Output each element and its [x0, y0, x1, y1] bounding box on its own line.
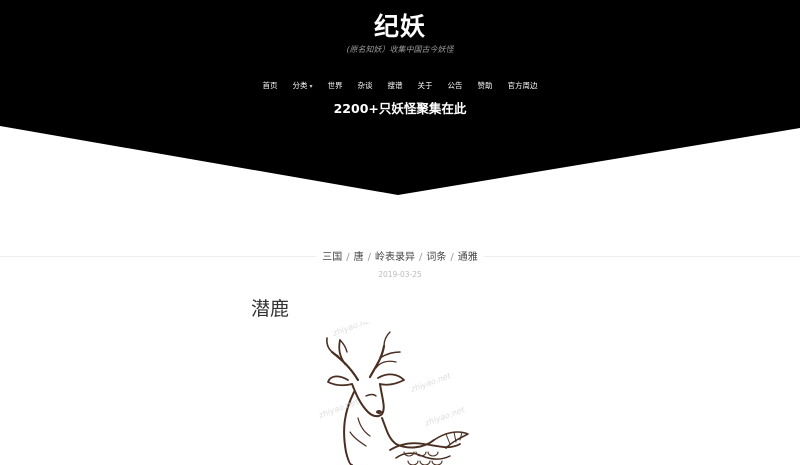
category-link[interactable]: 三国 — [322, 252, 342, 263]
deer-illustration-icon: zhiyao.net zhiyao.net zhiyao.net zhiyao.… — [317, 322, 469, 465]
category-separator: / — [450, 252, 454, 263]
nav-item-categories[interactable]: 分类 ▾ — [285, 80, 320, 91]
post-title[interactable]: 潜鹿 — [251, 294, 289, 321]
watermark-text: zhiyao.net — [331, 322, 375, 338]
category-separator: / — [367, 252, 371, 263]
nav-item-merch[interactable]: 官方周边 — [500, 80, 545, 91]
category-link[interactable]: 词条 — [426, 252, 446, 263]
post-categories: 三国 / 唐 / 岭表录异 / 词条 / 通雅 — [0, 248, 800, 263]
category-link[interactable]: 唐 — [354, 252, 364, 263]
category-link[interactable]: 通雅 — [458, 252, 478, 263]
nav-item-world[interactable]: 世界 — [320, 80, 350, 91]
site-subtitle: (原名知妖）收集中国古今妖怪 — [346, 45, 454, 54]
category-link[interactable]: 岭表录异 — [375, 252, 415, 263]
hero-tagline: 2200+只妖怪聚集在此 — [333, 101, 467, 116]
category-separator: / — [346, 252, 350, 263]
nav-item-announcements[interactable]: 公告 — [440, 80, 470, 91]
nav-item-misc[interactable]: 杂谈 — [350, 80, 380, 91]
nav-item-about[interactable]: 关于 — [410, 80, 440, 91]
chevron-down-icon: ▾ — [309, 83, 313, 90]
site-title[interactable]: 纪妖 — [0, 7, 800, 43]
main-nav: 首页 分类 ▾ 世界 杂谈 搜谱 关于 公告 赞助 官方周边 — [0, 80, 800, 91]
nav-item-home[interactable]: 首页 — [255, 80, 285, 91]
watermark-text: zhiyao.net — [409, 371, 453, 394]
category-separator: / — [419, 252, 423, 263]
post-date: 2019-03-25 — [378, 270, 422, 279]
nav-item-search[interactable]: 搜谱 — [380, 80, 410, 91]
watermark-text: zhiyao.net — [317, 397, 361, 420]
watermark-text: zhiyao.net — [423, 405, 467, 428]
nav-item-sponsor[interactable]: 赞助 — [470, 80, 500, 91]
